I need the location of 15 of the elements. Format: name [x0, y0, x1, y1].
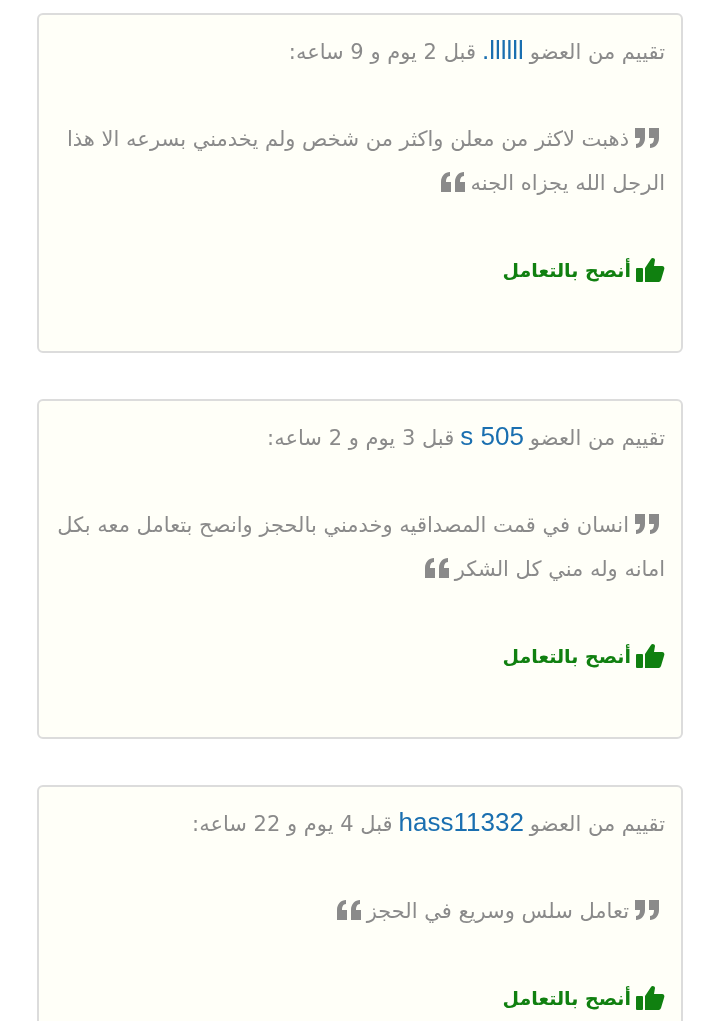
quote-icon [633, 898, 661, 922]
member-link[interactable]: llllll. [481, 35, 524, 65]
review-comment: انسان في قمت المصداقيه وخدمني بالحجز وانصح بتعامل معه بكل امانه وله مني كل الشكر [56, 511, 665, 583]
quote-icon [633, 512, 661, 536]
quote-icon [334, 898, 363, 922]
quote-icon [422, 556, 451, 580]
review-comment: تعامل سلس وسريع في الحجز [55, 889, 665, 933]
recommendation-text: أنصح بالتعامل [502, 643, 631, 670]
quote-icon [438, 170, 467, 194]
recommendation-text: أنصح بالتعامل [502, 985, 631, 1012]
member-link[interactable]: hass11332 [398, 807, 524, 837]
quote-icon [633, 126, 661, 150]
review-comment: ذهبت لاكثر من معلن واكثر من شخص ولم يخدمني بسرعه الا هذا الرجل الله يجزاه الجنه [66, 125, 665, 197]
recommendation-text: أنصح بالتعامل [502, 257, 631, 284]
member-link[interactable]: s 505 [460, 421, 524, 451]
